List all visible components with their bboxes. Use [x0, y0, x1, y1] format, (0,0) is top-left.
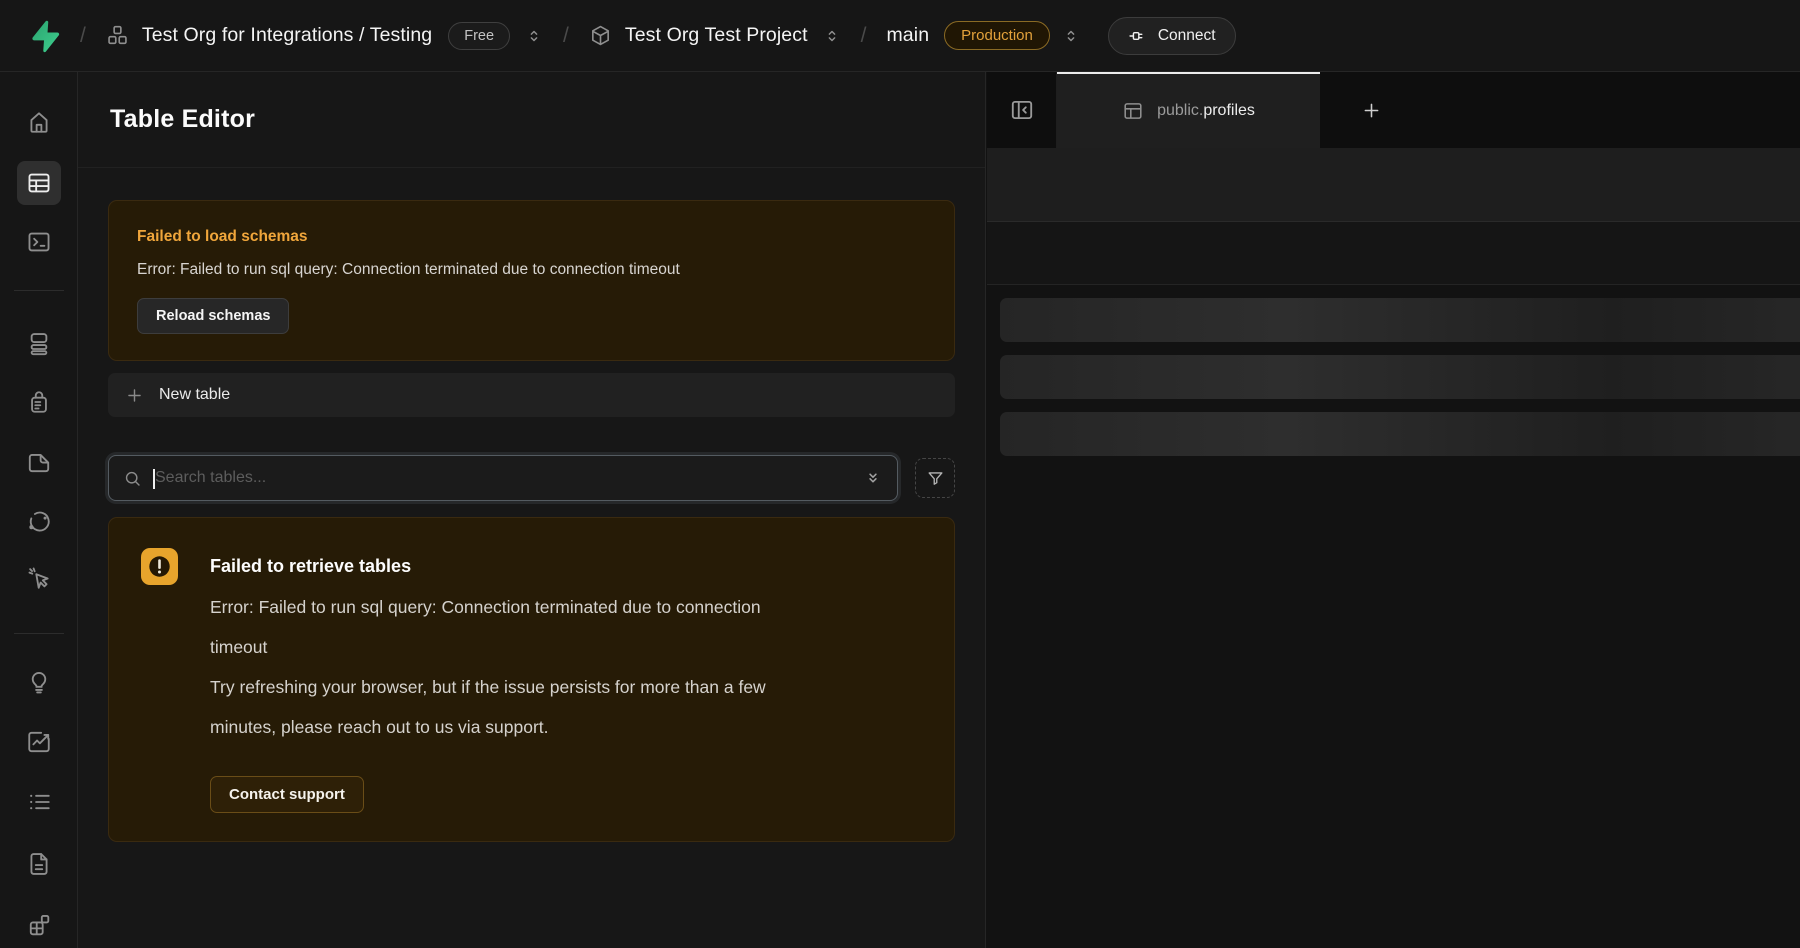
project-switcher-chevrons-icon[interactable]	[823, 27, 841, 45]
table-editor-icon	[26, 170, 52, 196]
tables-error-title: Failed to retrieve tables	[210, 548, 922, 585]
search-tables-input[interactable]	[142, 469, 863, 487]
panel-header: Table Editor	[78, 72, 985, 168]
chart-icon	[26, 729, 52, 755]
sidebar-item-home[interactable]	[17, 100, 61, 144]
skeleton-row	[1000, 355, 1800, 399]
sidebar-item-reports[interactable]	[17, 720, 61, 764]
plan-badge: Free	[448, 22, 510, 50]
grid-header-placeholder	[987, 222, 1800, 285]
home-icon	[26, 109, 52, 135]
organization-icon	[106, 24, 129, 47]
grid-loading-area	[987, 285, 1800, 948]
collapse-sidebar-button[interactable]	[987, 72, 1057, 148]
tab-bar: public.profiles	[987, 72, 1800, 148]
file-text-icon	[26, 851, 52, 877]
sidebar-item-authentication[interactable]	[17, 380, 61, 424]
auth-lock-icon	[26, 389, 52, 415]
project-box-icon	[589, 24, 612, 47]
grid-toolbar-placeholder	[987, 148, 1800, 222]
connect-button[interactable]: Connect	[1108, 17, 1236, 55]
sidebar-item-sql-editor[interactable]	[17, 220, 61, 264]
nav-rail	[0, 72, 78, 948]
environment-badge: Production	[944, 21, 1050, 50]
reload-schemas-button[interactable]: Reload schemas	[137, 298, 289, 334]
sql-editor-icon	[26, 229, 52, 255]
org-name[interactable]: Test Org for Integrations / Testing	[142, 24, 432, 47]
breadcrumb-separator: /	[563, 24, 569, 48]
search-tables-box	[108, 455, 898, 501]
branch-name[interactable]: main	[886, 24, 929, 47]
table-editor-panel: Table Editor Failed to load schemas Erro…	[78, 72, 986, 948]
tables-error-message: Error: Failed to run sql query: Connecti…	[210, 587, 798, 667]
tab-public-profiles[interactable]: public.profiles	[1057, 72, 1320, 148]
grid-panel: public.profiles	[987, 72, 1800, 948]
connect-label: Connect	[1158, 27, 1216, 45]
plus-icon	[1361, 100, 1382, 121]
app-header: / Test Org for Integrations / Testing Fr…	[0, 0, 1800, 72]
sidebar-item-api-docs[interactable]	[17, 842, 61, 886]
skeleton-row	[1000, 298, 1800, 342]
list-icon	[26, 789, 52, 815]
schemas-error-title: Failed to load schemas	[137, 227, 926, 247]
new-tab-button[interactable]	[1356, 95, 1386, 125]
filter-tables-button[interactable]	[915, 458, 955, 498]
supabase-logo-icon[interactable]	[26, 19, 60, 53]
page-title: Table Editor	[110, 105, 255, 134]
tables-error-hint: Try refreshing your browser, but if the …	[210, 667, 798, 747]
edge-functions-icon	[26, 509, 52, 535]
sidebar-item-database[interactable]	[17, 322, 61, 366]
breadcrumb-separator: /	[80, 24, 86, 48]
tab-schema-label: public.	[1157, 102, 1203, 119]
schemas-error-message: Error: Failed to run sql query: Connecti…	[137, 259, 926, 280]
sidebar-item-storage[interactable]	[17, 440, 61, 484]
sidebar-item-integrations[interactable]	[17, 903, 61, 947]
sidebar-item-logs[interactable]	[17, 780, 61, 824]
contact-support-button[interactable]: Contact support	[210, 776, 364, 813]
database-icon	[26, 331, 52, 357]
blocks-icon	[26, 912, 52, 938]
tables-error-card: Failed to retrieve tables Error: Failed …	[108, 517, 955, 842]
project-name[interactable]: Test Org Test Project	[625, 24, 808, 47]
alert-warning-icon	[141, 548, 178, 585]
storage-icon	[26, 449, 52, 475]
new-table-button[interactable]: New table	[108, 373, 955, 417]
new-table-label: New table	[159, 386, 230, 404]
skeleton-row	[1000, 412, 1800, 456]
filter-funnel-icon	[926, 469, 945, 488]
sidebar-item-table-editor[interactable]	[17, 161, 61, 205]
sidebar-item-edge-functions[interactable]	[17, 500, 61, 544]
sidebar-item-advisors[interactable]	[17, 660, 61, 704]
org-switcher-chevrons-icon[interactable]	[525, 27, 543, 45]
sidebar-item-realtime[interactable]	[17, 556, 61, 600]
plug-icon	[1128, 26, 1148, 46]
rail-divider	[14, 290, 64, 291]
branch-switcher-chevrons-icon[interactable]	[1062, 27, 1080, 45]
table-icon	[1122, 100, 1144, 122]
lightbulb-icon	[26, 669, 52, 695]
plus-icon	[125, 386, 144, 405]
schemas-error-card: Failed to load schemas Error: Failed to …	[108, 200, 955, 361]
text-caret	[153, 469, 155, 489]
panel-left-close-icon	[1009, 97, 1035, 123]
chevrons-down-icon[interactable]	[863, 468, 883, 488]
breadcrumb-separator: /	[861, 24, 867, 48]
realtime-cursor-icon	[26, 565, 52, 591]
tab-table-label: profiles	[1203, 102, 1255, 119]
rail-divider	[14, 633, 64, 634]
search-icon	[123, 469, 142, 488]
